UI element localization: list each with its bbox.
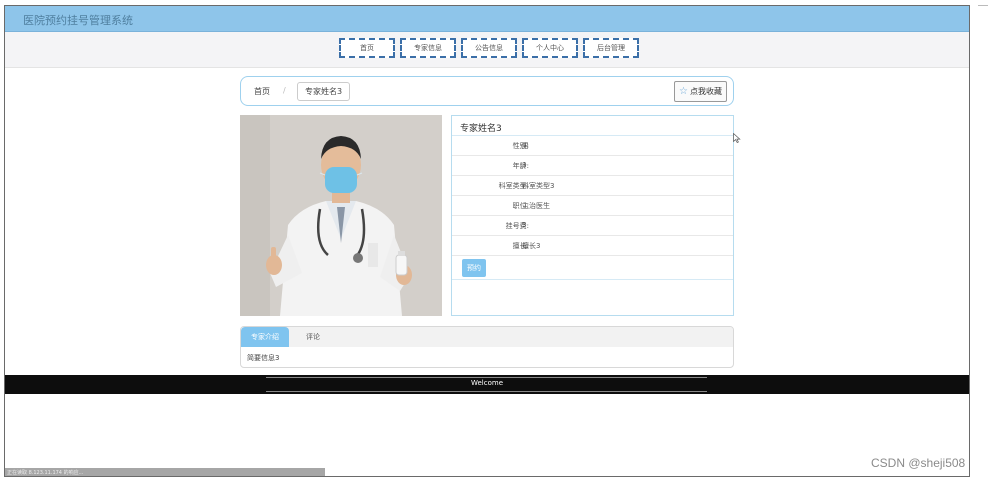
site-title: 医院预约挂号管理系统 (23, 14, 133, 27)
field-label: 年龄: (512, 162, 529, 170)
field-value: 科室类型3 (522, 182, 555, 190)
favorite-button[interactable]: ☆ 点我收藏 (674, 81, 727, 102)
divider (978, 5, 988, 6)
tab-content: 简要信息3 (247, 354, 280, 362)
nav-home[interactable]: 首页 (339, 38, 395, 58)
breadcrumb-separator: / (283, 86, 286, 95)
nav-experts[interactable]: 专家信息 (400, 38, 456, 58)
footer-rule (266, 377, 707, 378)
info-row-specialty: 擅长: 擅长3 (452, 236, 733, 256)
tab-bar: 专家介绍 评论 (241, 327, 733, 347)
field-value: 3 (522, 161, 527, 169)
info-row-fee: 挂号费: 3 (452, 216, 733, 236)
field-value: 3 (522, 221, 527, 229)
site-header: 医院预约挂号管理系统 (5, 6, 969, 32)
tab-intro[interactable]: 专家介绍 (241, 327, 289, 347)
footer-welcome: Welcome (470, 379, 504, 387)
tab-comments[interactable]: 评论 (293, 327, 333, 347)
main-nav: 首页 专家信息 公告信息 个人中心 后台管理 (5, 32, 969, 68)
field-value: 男 (522, 142, 529, 150)
browser-viewport: 医院预约挂号管理系统 首页 专家信息 公告信息 个人中心 后台管理 首页 / 专… (4, 5, 970, 477)
breadcrumb-current: 专家姓名3 (297, 82, 351, 101)
field-value: 擅长3 (522, 242, 541, 250)
field-value: 主治医生 (522, 202, 550, 210)
star-icon: ☆ (679, 86, 688, 97)
info-row-age: 年龄: 3 (452, 156, 733, 176)
nav-personal-center[interactable]: 个人中心 (522, 38, 578, 58)
info-row-gender: 性别: 男 (452, 136, 733, 156)
breadcrumb: 首页 / 专家姓名3 ☆ 点我收藏 (240, 76, 734, 106)
mouse-cursor-icon (733, 133, 741, 143)
favorite-label: 点我收藏 (690, 87, 722, 96)
doctor-image (240, 115, 442, 316)
watermark: CSDN @sheji508 (871, 456, 966, 470)
book-appointment-button[interactable]: 预约 (462, 259, 486, 277)
browser-status-bar: 正在读取 8.123.11.174 的响应... (5, 468, 325, 476)
nav-notices[interactable]: 公告信息 (461, 38, 517, 58)
info-row-department: 科室类型: 科室类型3 (452, 176, 733, 196)
footer: Welcome (5, 375, 969, 394)
footer-rule (266, 391, 707, 392)
detail-tabs: 专家介绍 评论 简要信息3 (240, 326, 734, 368)
divider (452, 279, 733, 280)
nav-admin[interactable]: 后台管理 (583, 38, 639, 58)
expert-photo (240, 115, 442, 316)
expert-info-panel: 专家姓名3 性别: 男 年龄: 3 科室类型: 科室类型3 职位: 主治医生 挂… (451, 115, 734, 316)
info-row-position: 职位: 主治医生 (452, 196, 733, 216)
breadcrumb-home[interactable]: 首页 (254, 86, 270, 97)
expert-name: 专家姓名3 (460, 124, 502, 134)
